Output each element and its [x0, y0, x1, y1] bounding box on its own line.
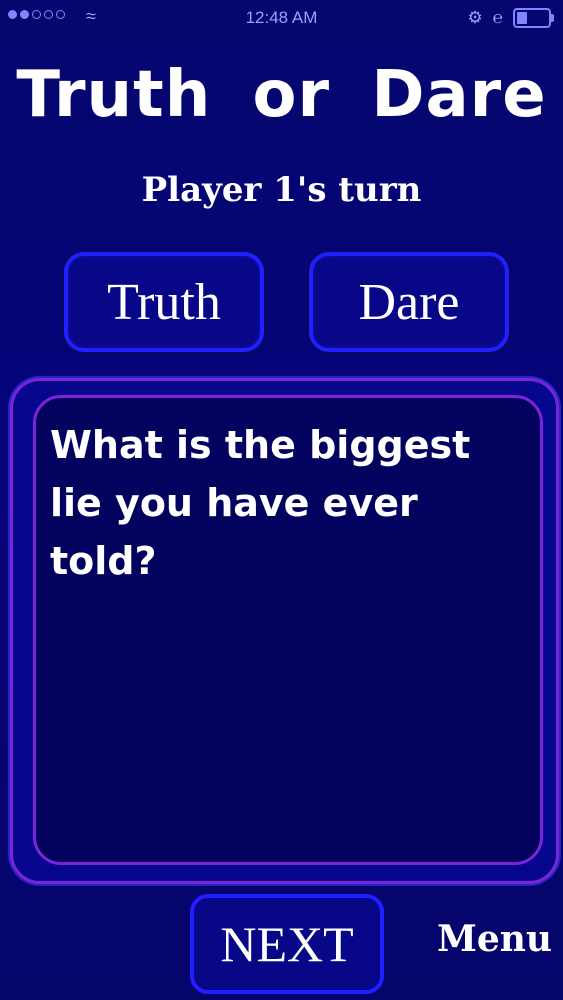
battery-icon: [513, 8, 554, 28]
page-title: Truth or Dare: [16, 58, 547, 132]
menu-button[interactable]: Menu: [437, 918, 552, 960]
player-turn-label: Player 1's turn: [141, 170, 422, 210]
question-card: What is the biggest lie you have ever to…: [10, 378, 559, 884]
orientation-lock-icon: ⚙: [467, 8, 483, 27]
status-bar: ≈ 12:48 AM ⚙ ℮: [0, 0, 563, 40]
question-card-inner: What is the biggest lie you have ever to…: [33, 395, 543, 865]
truth-button[interactable]: Truth: [64, 252, 264, 352]
question-text: What is the biggest lie you have ever to…: [50, 423, 471, 583]
bluetooth-icon: ℮: [492, 8, 503, 27]
dare-button[interactable]: Dare: [309, 252, 509, 352]
next-button[interactable]: NEXT: [190, 894, 384, 994]
